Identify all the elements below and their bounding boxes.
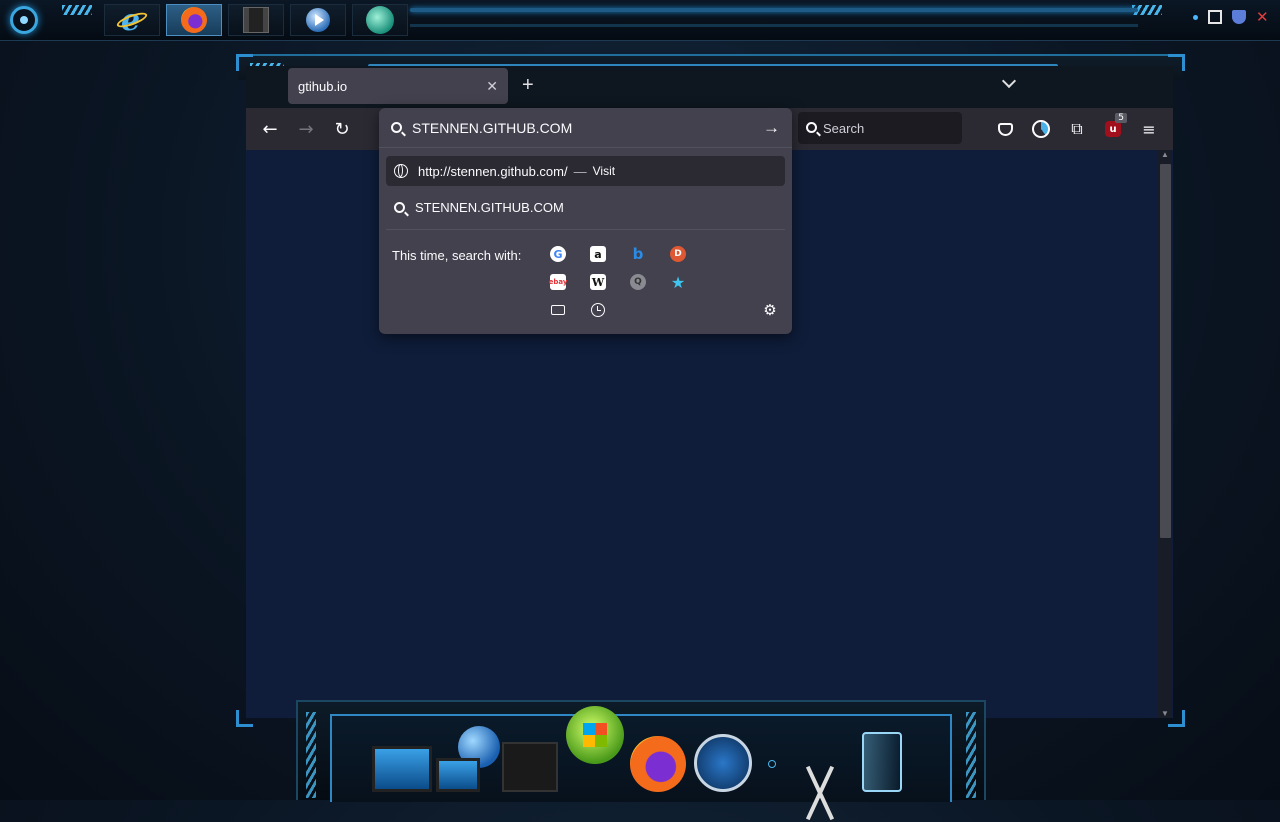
taskbar-rail	[410, 8, 1138, 12]
hamburger-menu-icon: ≡	[1142, 119, 1156, 139]
result-url: http://stennen.github.com/	[418, 163, 568, 179]
separator	[386, 229, 785, 230]
dock-shelf	[330, 706, 952, 802]
ebay-engine-icon[interactable]: ebay	[549, 274, 567, 290]
taskbar-button-firefox[interactable]	[166, 4, 222, 36]
timer-extension-button[interactable]	[1027, 115, 1055, 143]
taskbar-rail-lower	[410, 24, 1138, 27]
scroll-thumb[interactable]	[1160, 164, 1171, 538]
new-tab-button[interactable]: +	[522, 74, 534, 97]
firefox-icon	[181, 7, 207, 33]
dock-monitor-icon[interactable]	[372, 746, 432, 792]
dock-stripes-right	[966, 712, 976, 798]
scroll-up-icon[interactable]: ▲	[1161, 150, 1169, 159]
globe-icon	[366, 6, 394, 34]
tabs-search-button[interactable]	[550, 302, 566, 318]
ublock-button[interactable]: u 5	[1099, 113, 1127, 143]
url-input[interactable]: STENNEN.GITHUB.COM →	[379, 108, 792, 148]
dock-recycle-bin-icon[interactable]	[862, 732, 902, 792]
search-placeholder: Search	[823, 120, 865, 136]
dock-safari-icon[interactable]	[694, 734, 752, 792]
search-icon	[806, 121, 817, 136]
list-all-tabs-chevron-icon[interactable]	[1001, 73, 1017, 89]
search-settings-gear-icon[interactable]: ⚙	[762, 301, 778, 319]
pocket-icon	[997, 122, 1013, 136]
ublock-badge: 5	[1115, 113, 1127, 123]
bookmark-star-icon[interactable]: ★	[670, 273, 686, 292]
taskbar-button-internet-explorer[interactable]: e	[104, 4, 160, 36]
tab-strip: gtihub.io ✕ +	[246, 66, 1173, 108]
forward-button[interactable]: →	[292, 115, 320, 143]
timer-icon	[1032, 120, 1050, 138]
globe-result-icon	[394, 164, 408, 178]
history-icon	[591, 303, 605, 317]
vertical-scrollbar[interactable]: ▲ ▼	[1158, 150, 1172, 718]
network-icon[interactable]	[1208, 10, 1222, 24]
go-arrow-icon[interactable]: →	[763, 118, 780, 138]
result-action: Visit	[592, 164, 616, 178]
reload-button[interactable]: ↻	[328, 115, 356, 143]
wikipedia-engine-icon[interactable]: W	[590, 274, 606, 290]
close-app-icon[interactable]: ✕	[1256, 10, 1270, 25]
tab-title: gtihub.io	[298, 78, 348, 94]
result-term: STENNEN.GITHUB.COM	[415, 199, 564, 215]
play-icon	[306, 8, 330, 32]
menu-button[interactable]: ≡	[1135, 115, 1163, 143]
taskbar-button-film[interactable]	[228, 4, 284, 36]
google-engine-icon[interactable]: G	[550, 246, 566, 262]
taskbar-stripes-left	[62, 5, 92, 15]
tabs-icon	[551, 305, 565, 315]
history-search-button[interactable]	[590, 302, 606, 318]
shield-icon[interactable]	[1232, 10, 1246, 24]
system-tray: ✕	[1193, 10, 1270, 25]
dock-network-icon[interactable]	[436, 758, 480, 792]
search-bar[interactable]: Search	[798, 112, 962, 144]
dock-media-center-icon[interactable]	[502, 742, 558, 792]
dock-tools-icon[interactable]	[788, 764, 850, 822]
duckduckgo-engine-icon[interactable]: D	[670, 246, 686, 262]
pocket-button[interactable]	[991, 115, 1019, 143]
search-result-icon	[394, 201, 405, 213]
dock-firefox-icon[interactable]	[630, 736, 686, 792]
ie-icon: e	[118, 6, 146, 36]
search-engine-icon[interactable]: Q	[630, 274, 646, 290]
extensions-button[interactable]: ⧉	[1063, 115, 1091, 143]
result-dash: —	[573, 163, 587, 179]
taskbar: e ✕	[0, 0, 1280, 41]
urlbar-search-icon	[391, 122, 402, 133]
tray-dot-icon	[1193, 14, 1198, 20]
urlbar-dropdown: STENNEN.GITHUB.COM → http://stennen.gith…	[379, 108, 792, 334]
result-search-term[interactable]: STENNEN.GITHUB.COM	[386, 192, 785, 222]
dock-stripes-left	[306, 712, 316, 798]
scroll-down-icon[interactable]: ▼	[1161, 709, 1169, 718]
taskbar-button-media-player[interactable]	[290, 4, 346, 36]
bing-engine-icon[interactable]: b	[630, 245, 646, 263]
dock-separator-dot	[768, 760, 776, 768]
tab-close-icon[interactable]: ✕	[486, 78, 498, 95]
back-button[interactable]: ←	[256, 115, 284, 143]
amazon-engine-icon[interactable]: a	[590, 246, 606, 262]
result-visit-url[interactable]: http://stennen.github.com/ — Visit	[386, 156, 785, 186]
tab-gtihub[interactable]: gtihub.io ✕	[288, 68, 508, 104]
dock	[296, 700, 986, 802]
start-orb-icon[interactable]	[10, 6, 38, 34]
taskbar-button-globe-app[interactable]	[352, 4, 408, 36]
ublock-icon: u	[1105, 121, 1121, 137]
dock-windows-icon[interactable]	[566, 706, 624, 764]
url-text[interactable]: STENNEN.GITHUB.COM	[412, 120, 763, 136]
puzzle-icon: ⧉	[1071, 119, 1083, 138]
one-off-search-label: This time, search with:	[392, 248, 522, 263]
film-icon	[243, 7, 269, 33]
